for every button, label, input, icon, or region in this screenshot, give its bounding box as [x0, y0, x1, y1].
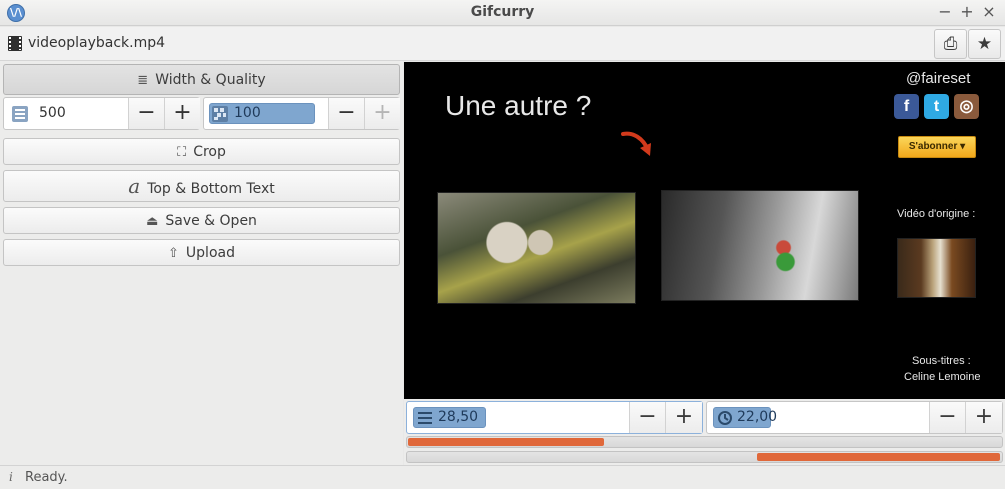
start-time-value: 28,50 [438, 409, 479, 425]
top-bottom-text-label: Top & Bottom Text [147, 181, 275, 197]
video-headline: Une autre ? [445, 90, 592, 121]
subtitles-label: Sous-titres : [912, 355, 971, 367]
duration-decrement-button[interactable]: − [929, 402, 965, 433]
window-title: Gifcurry [470, 4, 535, 20]
instagram-icon: ◎ [954, 94, 979, 119]
duration-icon [718, 411, 732, 425]
end-progress-track[interactable] [406, 451, 1003, 463]
twitter-icon: t [924, 94, 949, 119]
origin-label: Vidéo d'origine : [897, 208, 976, 220]
quality-value: 100 [234, 105, 261, 121]
figure-thumbnail [661, 190, 859, 301]
upload-button[interactable]: ⇧ Upload [3, 239, 400, 266]
star-icon: ★ [976, 34, 993, 54]
origin-thumbnail [897, 238, 976, 298]
upload-label: Upload [185, 245, 235, 261]
arrow-graphic [621, 131, 651, 156]
status-text: Ready. [25, 470, 68, 485]
quality-field[interactable]: 100 [204, 98, 328, 129]
crop-icon: ⛶ [177, 145, 187, 160]
width-spinner[interactable]: 500 − + [3, 97, 200, 130]
save-open-button[interactable]: ⏏ Save & Open [3, 207, 400, 234]
top-bottom-text-button[interactable]: a Top & Bottom Text [3, 170, 400, 202]
maximize-button[interactable]: + [957, 2, 977, 22]
video-handle: @faireset [906, 70, 971, 87]
crop-label: Crop [193, 144, 226, 160]
close-button[interactable]: × [979, 2, 999, 22]
quality-decrement-button[interactable]: − [328, 98, 364, 129]
start-progress-track[interactable] [406, 436, 1003, 448]
text-icon: a [128, 174, 141, 198]
crop-button[interactable]: ⛶ Crop [3, 138, 400, 165]
quality-spinner[interactable]: 100 − + [203, 97, 400, 130]
title-bar: \/\ Gifcurry − + × [0, 0, 1005, 26]
export-icon: ⎙ [943, 34, 958, 54]
width-value: 500 [39, 105, 66, 121]
width-increment-button[interactable]: + [164, 98, 200, 129]
start-progress-fill [408, 438, 604, 446]
duration-increment-button[interactable]: + [965, 402, 1002, 433]
status-bar: i Ready. [0, 465, 1005, 489]
info-icon: i [9, 470, 13, 484]
start-time-icon [418, 412, 432, 424]
open-output-button[interactable]: ⎙ [934, 29, 967, 59]
start-decrement-button[interactable]: − [629, 402, 665, 433]
facebook-icon: f [894, 94, 919, 119]
duration-value: 22,00 [737, 409, 778, 425]
save-icon: ⏏ [146, 214, 159, 229]
start-time-spinner[interactable]: 28,50 − + [406, 401, 703, 434]
video-preview: Une autre ? @faireset f t ◎ S'abonner ▾ … [404, 62, 1005, 399]
quality-increment-button[interactable]: + [364, 98, 400, 129]
file-bar: videoplayback.mp4 ⎙ ★ [0, 27, 1005, 61]
width-quality-label: Width & Quality [155, 72, 266, 88]
start-increment-button[interactable]: + [665, 402, 702, 433]
upload-icon: ⇧ [168, 246, 179, 261]
width-decrement-button[interactable]: − [128, 98, 164, 129]
end-progress-fill [757, 453, 1000, 461]
timeline-panel: 28,50 − + 22,00 − + [404, 399, 1005, 465]
subscribe-badge: S'abonner ▾ [898, 136, 976, 158]
video-file-icon [8, 36, 22, 51]
quality-icon [212, 106, 228, 122]
width-quality-button[interactable]: ≣ Width & Quality [3, 64, 400, 95]
minimize-button[interactable]: − [935, 2, 955, 22]
file-chooser[interactable]: videoplayback.mp4 [28, 35, 165, 51]
duration-spinner[interactable]: 22,00 − + [706, 401, 1003, 434]
width-icon [12, 106, 28, 122]
list-icon: ≣ [137, 73, 149, 88]
favorite-button[interactable]: ★ [968, 29, 1001, 59]
width-field[interactable]: 500 [4, 98, 128, 129]
owl-thumbnail [437, 192, 636, 304]
subtitles-name: Celine Lemoine [904, 371, 981, 383]
save-open-label: Save & Open [165, 213, 257, 229]
